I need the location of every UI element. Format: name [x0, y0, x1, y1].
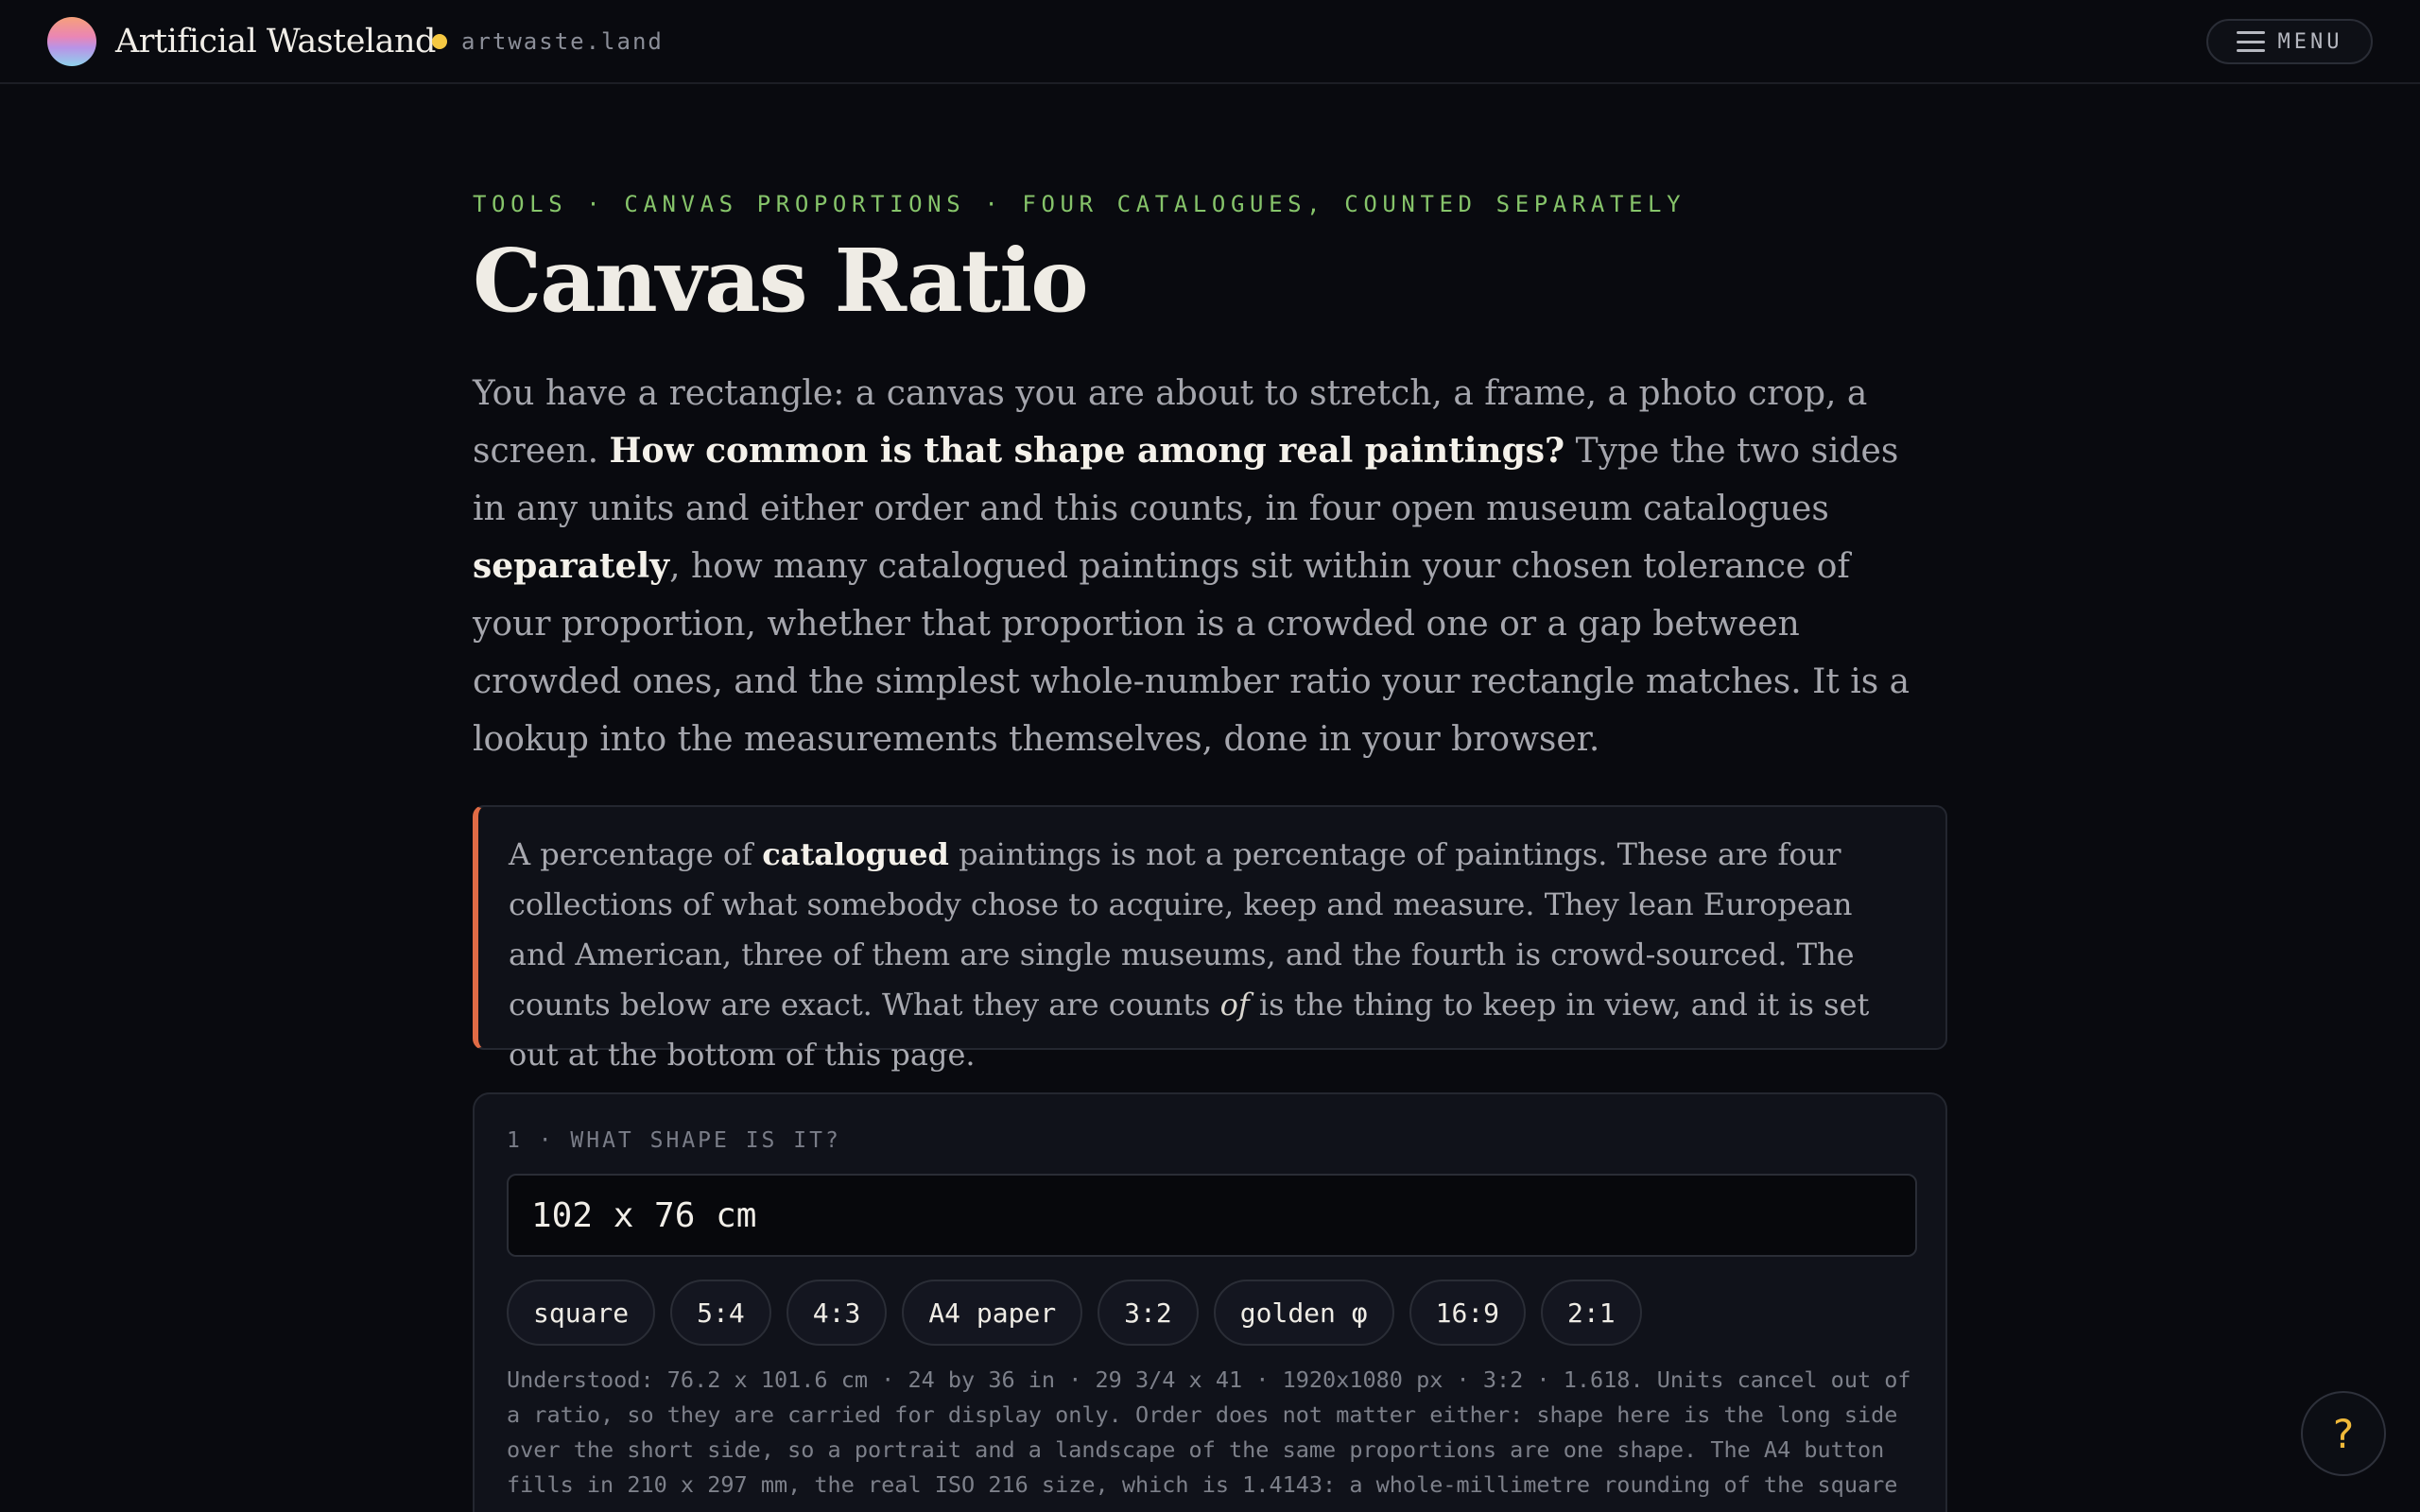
help-button[interactable]: ?	[2301, 1391, 2386, 1476]
callout-bold-catalogued: catalogued	[762, 836, 949, 872]
preset-golden-button[interactable]: golden φ	[1213, 1280, 1394, 1346]
caveat-callout: A percentage of catalogued paintings is …	[473, 805, 1947, 1073]
logo-orb-icon[interactable]	[47, 17, 96, 66]
preset-square-button[interactable]: square	[507, 1280, 656, 1346]
preset-4-3-button[interactable]: 4:3	[786, 1280, 888, 1346]
preset-5-4-button[interactable]: 5:4	[670, 1280, 771, 1346]
understood-help-text: Understood: 76.2 x 101.6 cm · 24 by 36 i…	[507, 1366, 1911, 1498]
preset-a4-paper-button[interactable]: A4 paper	[902, 1280, 1083, 1346]
preset-3-2-button[interactable]: 3:2	[1098, 1280, 1199, 1346]
callout-italic-of: of	[1219, 987, 1250, 1022]
shape-panel-label: 1 · WHAT SHAPE IS IT?	[507, 1128, 841, 1153]
preset-chips: square 5:4 4:3 A4 paper 3:2 golden φ 16:…	[507, 1280, 1642, 1346]
top-bar: Artificial Wasteland artwaste.land MENU	[0, 0, 2420, 84]
shape-panel: 1 · WHAT SHAPE IS IT? square 5:4 4:3 A4 …	[473, 1092, 1947, 1512]
intro-paragraph: You have a rectangle: a canvas you are a…	[473, 365, 1919, 768]
brand-name[interactable]: Artificial Wasteland	[115, 19, 436, 64]
site-domain: artwaste.land	[461, 28, 664, 55]
hamburger-icon	[2236, 31, 2265, 52]
menu-button[interactable]: MENU	[2206, 19, 2373, 64]
eyebrow-breadcrumb: TOOLS · CANVAS PROPORTIONS · FOUR CATALO…	[473, 191, 1686, 217]
help-icon: ?	[2332, 1410, 2355, 1457]
intro-bold-separately: separately	[473, 546, 670, 586]
intro-text-3: , how many catalogued paintings sit with…	[473, 547, 1910, 759]
page-title: Canvas Ratio	[473, 230, 1089, 332]
status-dot-icon	[432, 34, 447, 49]
callout-text-1: A percentage of	[509, 836, 763, 872]
preset-2-1-button[interactable]: 2:1	[1541, 1280, 1642, 1346]
shape-input[interactable]	[507, 1174, 1917, 1257]
preset-16-9-button[interactable]: 16:9	[1409, 1280, 1527, 1346]
intro-bold-question: How common is that shape among real pain…	[609, 431, 1565, 471]
menu-label: MENU	[2277, 29, 2343, 54]
